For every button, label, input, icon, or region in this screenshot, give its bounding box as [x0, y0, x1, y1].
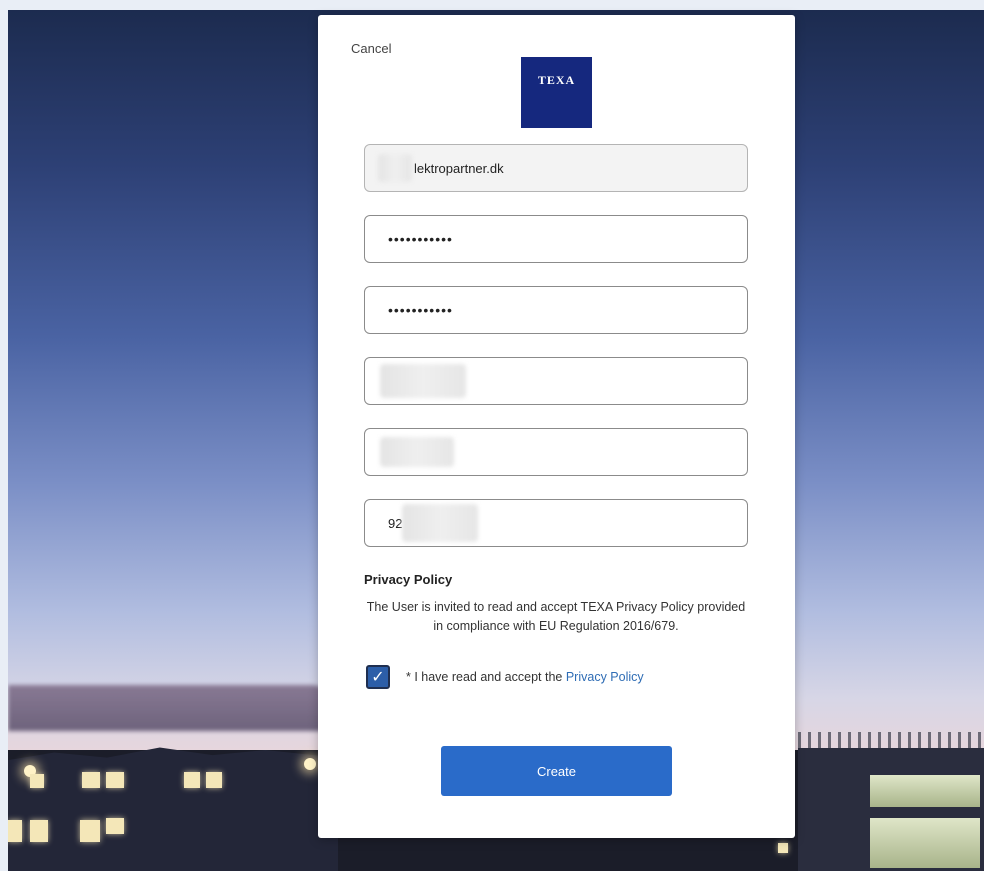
redacted-text [380, 364, 466, 398]
window-light [82, 772, 100, 788]
window-light [30, 774, 44, 788]
window-light [778, 843, 788, 853]
redacted-text [378, 154, 412, 182]
window-light [206, 772, 222, 788]
email-field[interactable]: lektropartner.dk [364, 144, 748, 192]
password-mask: ••••••••••• [388, 231, 453, 247]
privacy-policy-title: Privacy Policy [364, 572, 453, 587]
window-light [8, 820, 22, 842]
phone-field[interactable]: 92 [364, 499, 748, 547]
cloud [8, 685, 338, 731]
privacy-consent-checkbox[interactable]: ✓ [366, 665, 390, 689]
last-name-field[interactable] [364, 428, 748, 476]
privacy-policy-link[interactable]: Privacy Policy [566, 670, 644, 684]
cancel-link[interactable]: Cancel [351, 41, 391, 56]
confirm-password-field[interactable]: ••••••••••• [364, 286, 748, 334]
window-light [870, 775, 980, 807]
window-light [184, 772, 200, 788]
first-name-field[interactable] [364, 357, 748, 405]
redacted-text [402, 504, 479, 542]
checkmark-icon: ✓ [371, 669, 385, 686]
confirm-password-mask: ••••••••••• [388, 302, 453, 318]
logo-text: TEXA [537, 73, 576, 87]
window-light [106, 818, 124, 834]
redacted-text [380, 437, 454, 467]
consent-label: * I have read and accept the Privacy Pol… [406, 670, 644, 684]
building-left [8, 747, 338, 871]
email-value: lektropartner.dk [414, 160, 504, 176]
create-button[interactable]: Create [441, 746, 672, 796]
window-light [80, 820, 100, 842]
building-right [778, 732, 984, 871]
roof-rail [798, 732, 984, 748]
texa-logo: TEXA [521, 57, 592, 128]
window-light [870, 818, 980, 868]
consent-prefix: * I have read and accept the [406, 670, 566, 684]
privacy-policy-text: The User is invited to read and accept T… [366, 600, 746, 633]
street-lamp [304, 758, 316, 770]
window-light [106, 772, 124, 788]
window-light [30, 820, 48, 842]
privacy-consent: ✓ * I have read and accept the Privacy P… [366, 665, 644, 689]
password-field[interactable]: ••••••••••• [364, 215, 748, 263]
phone-prefix: 92 [388, 515, 403, 531]
signup-dialog: Cancel TEXA lektropartner.dk •••••••••••… [318, 15, 795, 838]
